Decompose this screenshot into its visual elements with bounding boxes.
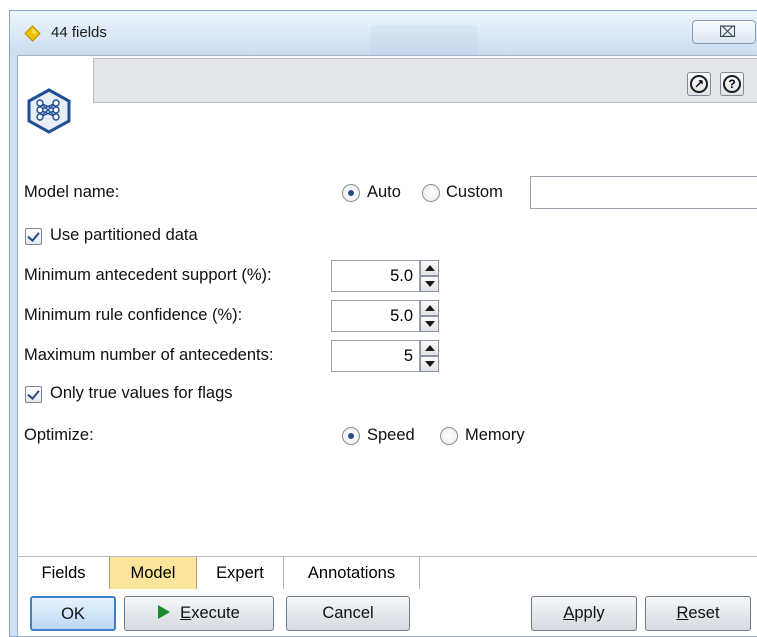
- apply-button[interactable]: Apply: [531, 596, 637, 631]
- close-icon: ⌧: [719, 24, 737, 41]
- model-name-custom-radio[interactable]: [422, 184, 440, 202]
- use-partitioned-label[interactable]: Use partitioned data: [50, 226, 198, 245]
- apply-label: pply: [574, 604, 605, 622]
- min-rule-confidence-stepper[interactable]: 5.0: [331, 300, 441, 332]
- tab-strip: Fields Model Expert Annotations: [18, 556, 757, 589]
- help-button[interactable]: ?: [720, 72, 744, 96]
- model-name-auto-label[interactable]: Auto: [367, 183, 401, 202]
- min-rule-confidence-value[interactable]: 5.0: [331, 300, 420, 332]
- max-antecedents-label: Maximum number of antecedents:: [24, 346, 274, 364]
- cancel-button[interactable]: Cancel: [286, 596, 410, 631]
- dialog-window: 44 fields ⌧ ↗ ? Model name: Auto Custom …: [9, 10, 757, 637]
- network-node-icon: [27, 88, 71, 134]
- tab-expert[interactable]: Expert: [197, 557, 284, 589]
- max-antecedents-value[interactable]: 5: [331, 340, 420, 372]
- optimize-label: Optimize:: [24, 426, 94, 444]
- min-antecedent-support-stepper[interactable]: 5.0: [331, 260, 441, 292]
- reset-label: eset: [688, 604, 720, 622]
- cancel-label: Cancel: [322, 604, 374, 622]
- launch-button[interactable]: ↗: [687, 72, 711, 96]
- min-rule-confidence-label: Minimum rule confidence (%):: [24, 306, 243, 324]
- reset-mnemonic: R: [676, 604, 689, 622]
- tab-annotations[interactable]: Annotations: [284, 557, 420, 589]
- close-button[interactable]: ⌧: [692, 20, 756, 44]
- ok-button[interactable]: OK: [30, 596, 116, 631]
- execute-label: xecute: [191, 604, 240, 622]
- min-antecedent-support-value[interactable]: 5.0: [331, 260, 420, 292]
- ok-label: OK: [61, 605, 85, 623]
- min-antecedent-support-label: Minimum antecedent support (%):: [24, 266, 272, 284]
- optimize-speed-label[interactable]: Speed: [367, 426, 415, 445]
- spin-up-button[interactable]: [420, 340, 439, 356]
- spin-up-button[interactable]: [420, 300, 439, 316]
- model-name-auto-radio[interactable]: [342, 184, 360, 202]
- dialog-content: ↗ ? Model name: Auto Custom Use partitio…: [17, 55, 757, 637]
- description-field[interactable]: [93, 58, 757, 103]
- spin-down-button[interactable]: [420, 356, 439, 372]
- reset-button[interactable]: Reset: [645, 596, 751, 631]
- max-antecedents-stepper[interactable]: 5: [331, 340, 441, 372]
- launch-icon: ↗: [690, 75, 708, 93]
- title-bar[interactable]: 44 fields ⌧: [10, 11, 757, 55]
- model-name-custom-label[interactable]: Custom: [446, 183, 503, 202]
- only-true-flags-label[interactable]: Only true values for flags: [50, 384, 233, 403]
- help-icon: ?: [723, 75, 741, 93]
- optimize-speed-radio[interactable]: [342, 427, 360, 445]
- model-name-label: Model name:: [24, 183, 120, 201]
- title-watermark: [370, 25, 478, 55]
- spin-down-button[interactable]: [420, 316, 439, 332]
- execute-button[interactable]: Execute: [124, 596, 274, 631]
- optimize-memory-radio[interactable]: [440, 427, 458, 445]
- execute-mnemonic: E: [180, 604, 192, 622]
- only-true-flags-checkbox[interactable]: [25, 386, 42, 403]
- tab-model[interactable]: Model: [109, 557, 197, 589]
- window-title: 44 fields: [51, 24, 107, 41]
- spin-up-button[interactable]: [420, 260, 439, 276]
- apply-mnemonic: A: [563, 604, 575, 622]
- spin-down-button[interactable]: [420, 276, 439, 292]
- play-icon: [158, 605, 171, 619]
- diamond-node-icon: [24, 25, 41, 42]
- use-partitioned-checkbox[interactable]: [25, 228, 42, 245]
- custom-model-name-input[interactable]: [530, 176, 757, 209]
- optimize-memory-label[interactable]: Memory: [465, 426, 525, 445]
- tab-fields[interactable]: Fields: [18, 557, 110, 589]
